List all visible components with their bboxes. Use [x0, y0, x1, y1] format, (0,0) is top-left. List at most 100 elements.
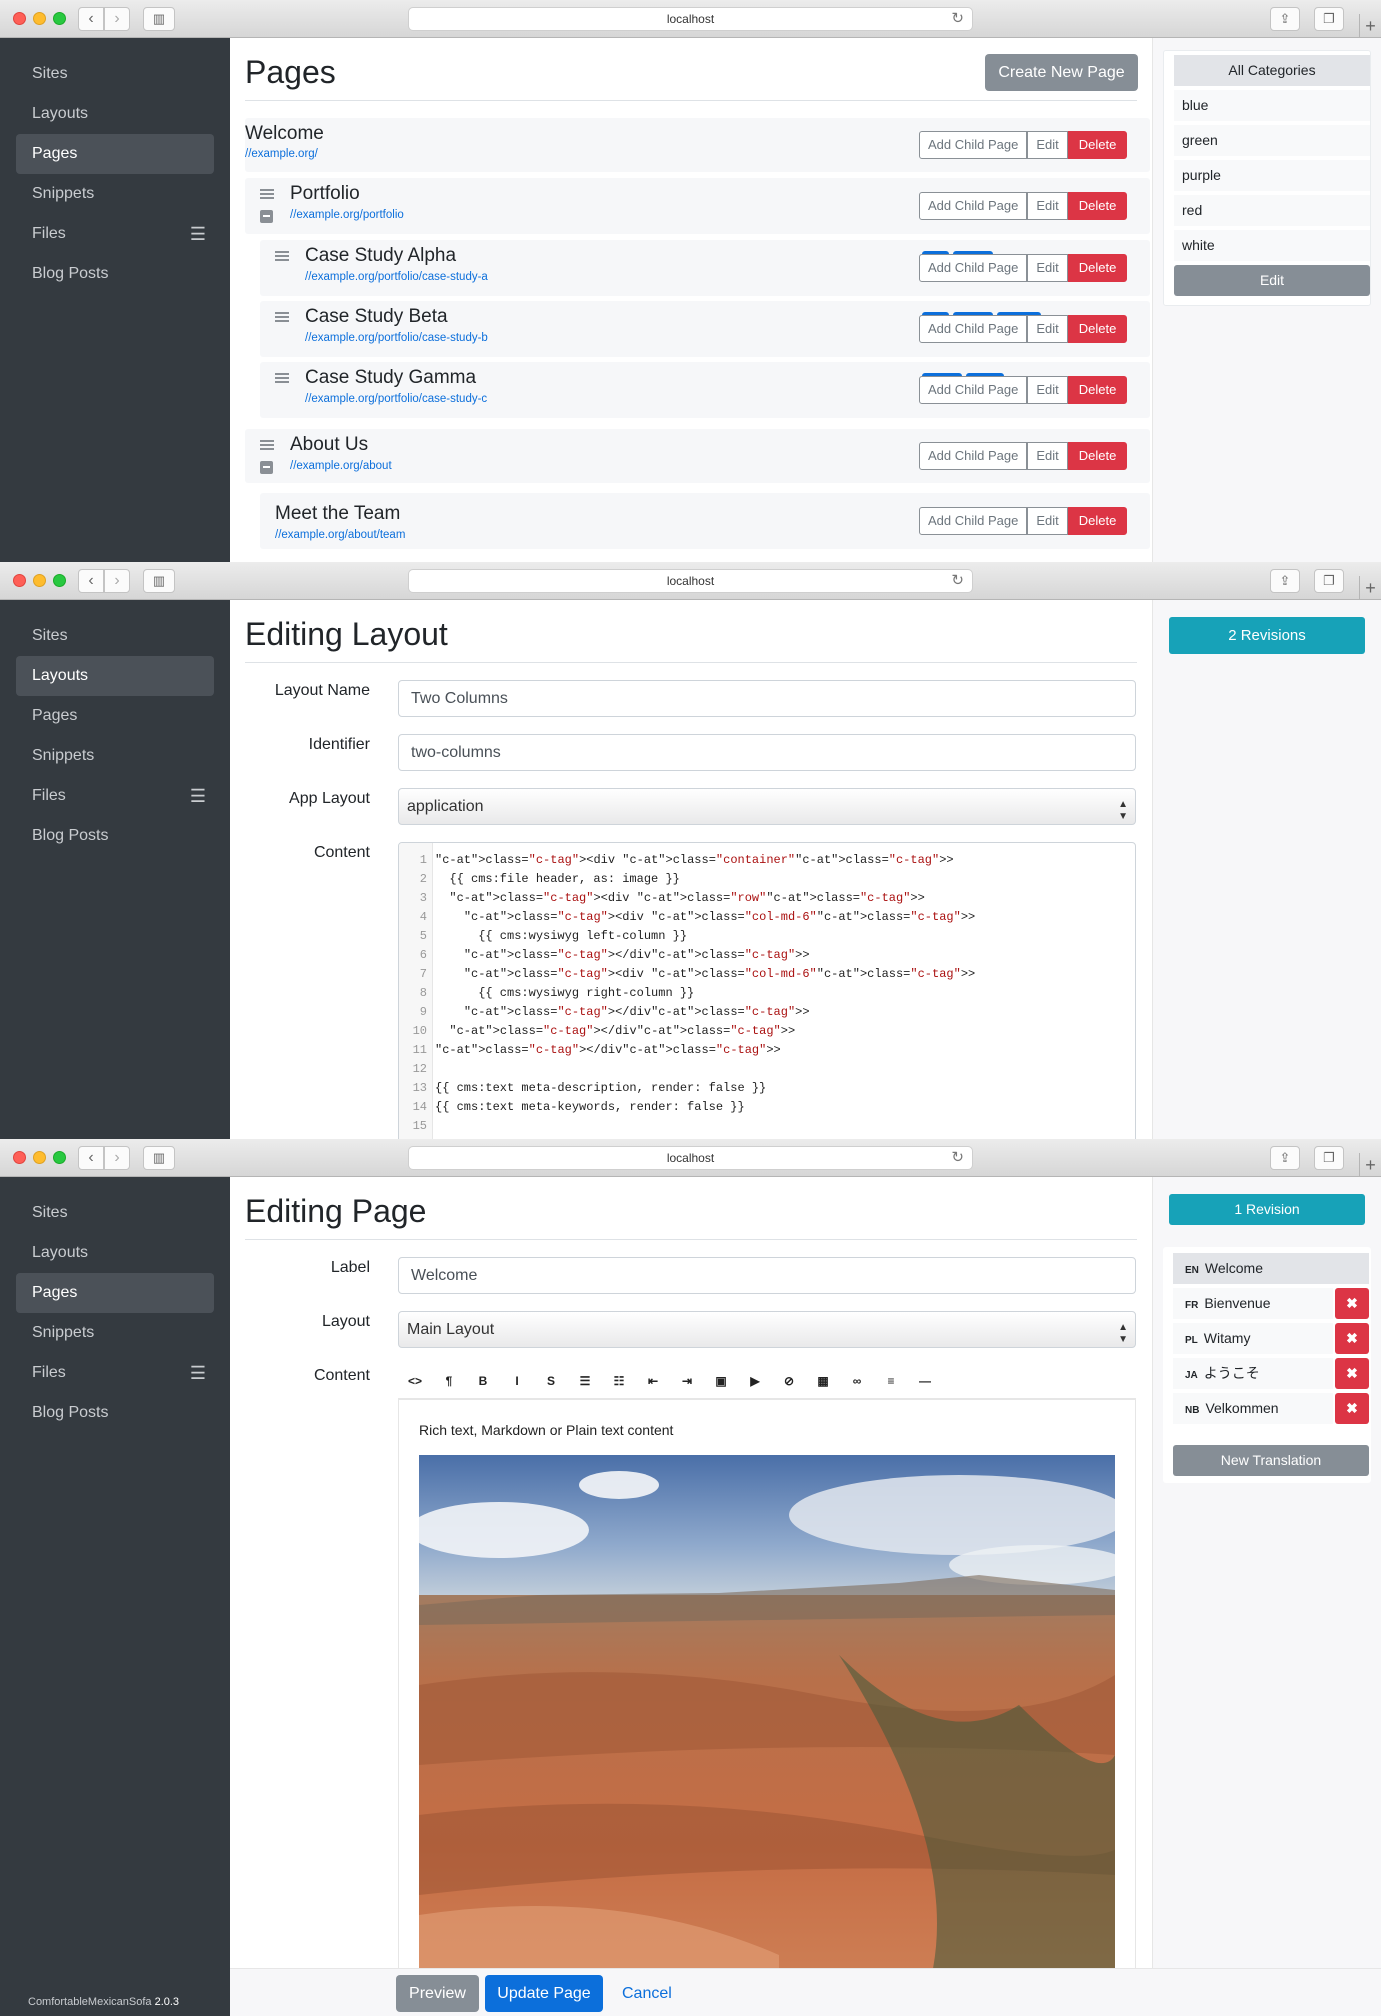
collapse-icon[interactable] — [260, 461, 273, 474]
delete-button[interactable]: Delete — [1067, 315, 1128, 343]
delete-button[interactable]: Delete — [1067, 254, 1128, 282]
hamburger-icon[interactable]: ☰ — [190, 214, 206, 254]
zoom-window-button[interactable] — [53, 12, 66, 25]
drag-handle-icon[interactable] — [275, 251, 289, 261]
rich-text-editor[interactable]: Rich text, Markdown or Plain text conten… — [398, 1399, 1136, 1968]
collapse-icon[interactable] — [260, 210, 273, 223]
page-url-link[interactable]: //example.org/portfolio — [290, 209, 404, 221]
sidebar-item-snippets[interactable]: Snippets — [16, 1313, 214, 1353]
close-window-button[interactable] — [13, 12, 26, 25]
zoom-window-button[interactable] — [53, 574, 66, 587]
delete-button[interactable]: Delete — [1067, 442, 1128, 470]
strikethrough-icon[interactable]: S — [534, 1365, 568, 1398]
delete-translation-icon[interactable]: ✖ — [1335, 1393, 1369, 1424]
drag-handle-icon[interactable] — [275, 312, 289, 322]
add-child-page-button[interactable]: Add Child Page — [919, 376, 1028, 404]
revisions-button[interactable]: 2 Revisions — [1169, 617, 1365, 654]
chevron-left-icon[interactable]: ‹ — [78, 1146, 104, 1170]
translation-link[interactable]: EN Welcome — [1173, 1253, 1369, 1284]
unordered-list-icon[interactable]: ☰ — [568, 1365, 602, 1398]
category-item[interactable]: purple — [1174, 160, 1370, 191]
sidebar-item-sites[interactable]: Sites — [16, 616, 214, 656]
add-child-page-button[interactable]: Add Child Page — [919, 315, 1028, 343]
drag-handle-icon[interactable] — [275, 373, 289, 383]
image-icon[interactable]: ▣ — [704, 1365, 738, 1398]
create-new-page-button[interactable]: Create New Page — [985, 54, 1138, 91]
delete-button[interactable]: Delete — [1067, 507, 1128, 535]
sidebar-item-blog-posts[interactable]: Blog Posts — [16, 1393, 214, 1433]
hamburger-icon[interactable]: ☰ — [190, 1353, 206, 1393]
ordered-list-icon[interactable]: ☷ — [602, 1365, 636, 1398]
sidebar-item-pages[interactable]: Pages — [16, 1273, 214, 1313]
sidebar-item-layouts[interactable]: Layouts — [16, 94, 214, 134]
delete-button[interactable]: Delete — [1067, 376, 1128, 404]
address-bar[interactable]: localhost ↻ — [408, 1146, 973, 1170]
page-url-link[interactable]: //example.org/about — [290, 460, 392, 472]
category-all[interactable]: All Categories — [1174, 55, 1370, 86]
add-child-page-button[interactable]: Add Child Page — [919, 131, 1028, 159]
edit-button[interactable]: Edit — [1027, 315, 1068, 343]
category-item[interactable]: red — [1174, 195, 1370, 226]
add-child-page-button[interactable]: Add Child Page — [919, 192, 1028, 220]
sidebar-item-files[interactable]: Files ☰ — [16, 776, 214, 816]
layout-select[interactable]: Main Layout ▲ ▼ — [398, 1311, 1136, 1348]
reload-icon[interactable]: ↻ — [951, 570, 964, 592]
indent-icon[interactable]: ⇥ — [670, 1365, 704, 1398]
tabs-icon[interactable]: ❐ — [1314, 7, 1344, 31]
category-item[interactable]: blue — [1174, 90, 1370, 121]
page-title-link[interactable]: Meet the Team — [275, 503, 400, 525]
bold-icon[interactable]: B — [466, 1365, 500, 1398]
table-icon[interactable]: ▦ — [806, 1365, 840, 1398]
chevron-right-icon[interactable]: › — [104, 569, 130, 593]
page-title-link[interactable]: Portfolio — [290, 183, 360, 205]
chevron-right-icon[interactable]: › — [104, 7, 130, 31]
drag-handle-icon[interactable] — [260, 440, 274, 450]
italic-icon[interactable]: I — [500, 1365, 534, 1398]
address-bar[interactable]: localhost ↻ — [408, 569, 973, 593]
page-url-link[interactable]: //example.org/about/team — [275, 529, 405, 541]
link-icon[interactable]: ∞ — [840, 1365, 874, 1398]
edit-button[interactable]: Edit — [1027, 442, 1068, 470]
page-title-link[interactable]: Case Study Alpha — [305, 245, 456, 267]
minimize-window-button[interactable] — [33, 1151, 46, 1164]
hamburger-icon[interactable]: ☰ — [190, 776, 206, 816]
sidebar-toggle-icon[interactable]: ▥ — [143, 1146, 175, 1170]
paragraph-icon[interactable]: ¶ — [432, 1365, 466, 1398]
sidebar-item-pages[interactable]: Pages — [16, 134, 214, 174]
add-child-page-button[interactable]: Add Child Page — [919, 507, 1028, 535]
chevron-left-icon[interactable]: ‹ — [78, 7, 104, 31]
share-icon[interactable]: ⇪ — [1270, 569, 1300, 593]
layout-name-input[interactable]: Two Columns — [398, 680, 1136, 717]
add-child-page-button[interactable]: Add Child Page — [919, 254, 1028, 282]
chevron-right-icon[interactable]: › — [104, 1146, 130, 1170]
edit-button[interactable]: Edit — [1027, 192, 1068, 220]
horizontal-rule-icon[interactable]: — — [908, 1365, 942, 1398]
delete-button[interactable]: Delete — [1067, 131, 1128, 159]
new-tab-icon[interactable]: + — [1359, 14, 1381, 38]
revisions-button[interactable]: 1 Revision — [1169, 1194, 1365, 1225]
sidebar-item-snippets[interactable]: Snippets — [16, 736, 214, 776]
sidebar-item-files[interactable]: Files ☰ — [16, 1353, 214, 1393]
close-window-button[interactable] — [13, 574, 26, 587]
reload-icon[interactable]: ↻ — [951, 8, 964, 30]
zoom-window-button[interactable] — [53, 1151, 66, 1164]
translation-link[interactable]: FR Bienvenue — [1173, 1288, 1333, 1319]
sidebar-item-sites[interactable]: Sites — [16, 54, 214, 94]
add-child-page-button[interactable]: Add Child Page — [919, 442, 1028, 470]
code-icon[interactable]: <> — [398, 1365, 432, 1398]
close-window-button[interactable] — [13, 1151, 26, 1164]
app-layout-select[interactable]: application ▲ ▼ — [398, 788, 1136, 825]
sidebar-item-snippets[interactable]: Snippets — [16, 174, 214, 214]
drag-handle-icon[interactable] — [260, 189, 274, 199]
page-url-link[interactable]: //example.org/portfolio/case-study-c — [305, 393, 487, 405]
delete-translation-icon[interactable]: ✖ — [1335, 1288, 1369, 1319]
edit-categories-button[interactable]: Edit — [1174, 265, 1370, 296]
delete-translation-icon[interactable]: ✖ — [1335, 1323, 1369, 1354]
align-icon[interactable]: ≡ — [874, 1365, 908, 1398]
tabs-icon[interactable]: ❐ — [1314, 1146, 1344, 1170]
page-title-link[interactable]: Case Study Beta — [305, 306, 448, 328]
edit-button[interactable]: Edit — [1027, 507, 1068, 535]
sidebar-item-blog-posts[interactable]: Blog Posts — [16, 254, 214, 294]
sidebar-item-layouts[interactable]: Layouts — [16, 1233, 214, 1273]
sidebar-item-files[interactable]: Files ☰ — [16, 214, 214, 254]
